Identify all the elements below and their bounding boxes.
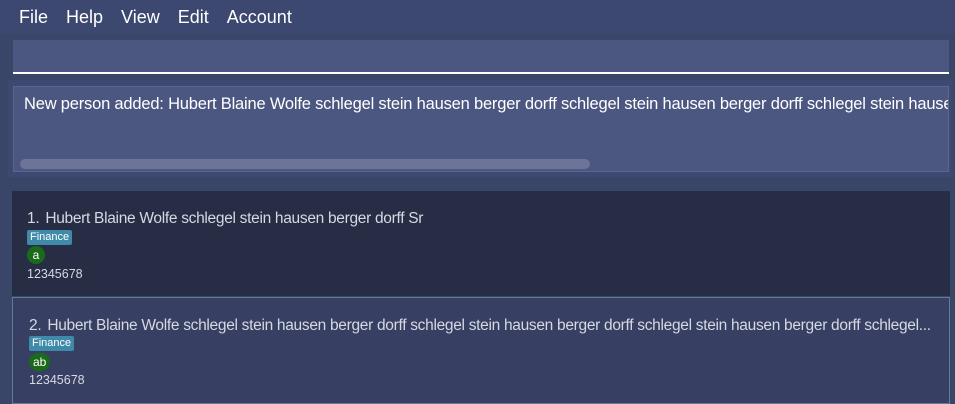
menu-account[interactable]: Account — [227, 0, 292, 34]
result-message: New person added: Hubert Blaine Wolfe sc… — [24, 95, 949, 113]
menu-view[interactable]: View — [121, 0, 160, 34]
person-card[interactable]: 1. Hubert Blaine Wolfe schlegel stein hau… — [12, 191, 950, 296]
person-list: 1. Hubert Blaine Wolfe schlegel stein hau… — [0, 183, 955, 404]
horizontal-scrollbar[interactable] — [20, 159, 590, 169]
person-name: Hubert Blaine Wolfe schlegel stein hause… — [47, 317, 931, 334]
result-panel: New person added: Hubert Blaine Wolfe sc… — [8, 80, 953, 177]
menu-help[interactable]: Help — [66, 0, 103, 34]
person-index: 1. — [27, 210, 40, 227]
person-card-selected[interactable]: 2. Hubert Blaine Wolfe schlegel stein hau… — [12, 297, 950, 404]
status-badge: a — [27, 246, 45, 264]
command-box — [13, 40, 949, 74]
person-phone: 12345678 — [29, 373, 85, 387]
tag-label: Finance — [29, 336, 75, 351]
menu-bar: File Help View Edit Account — [0, 0, 955, 34]
menu-edit[interactable]: Edit — [178, 0, 209, 34]
person-name-line: 1. Hubert Blaine Wolfe schlegel stein hau… — [27, 210, 423, 228]
person-name: Hubert Blaine Wolfe schlegel stein hause… — [45, 210, 424, 227]
person-index: 2. — [29, 317, 42, 334]
result-display[interactable]: New person added: Hubert Blaine Wolfe sc… — [13, 86, 949, 172]
menu-file[interactable]: File — [19, 0, 48, 34]
status-badge: ab — [29, 353, 51, 371]
person-phone: 12345678 — [27, 267, 83, 281]
command-input[interactable] — [13, 40, 949, 72]
tag-label: Finance — [27, 230, 73, 245]
person-name-line: 2. Hubert Blaine Wolfe schlegel stein hau… — [29, 317, 931, 335]
